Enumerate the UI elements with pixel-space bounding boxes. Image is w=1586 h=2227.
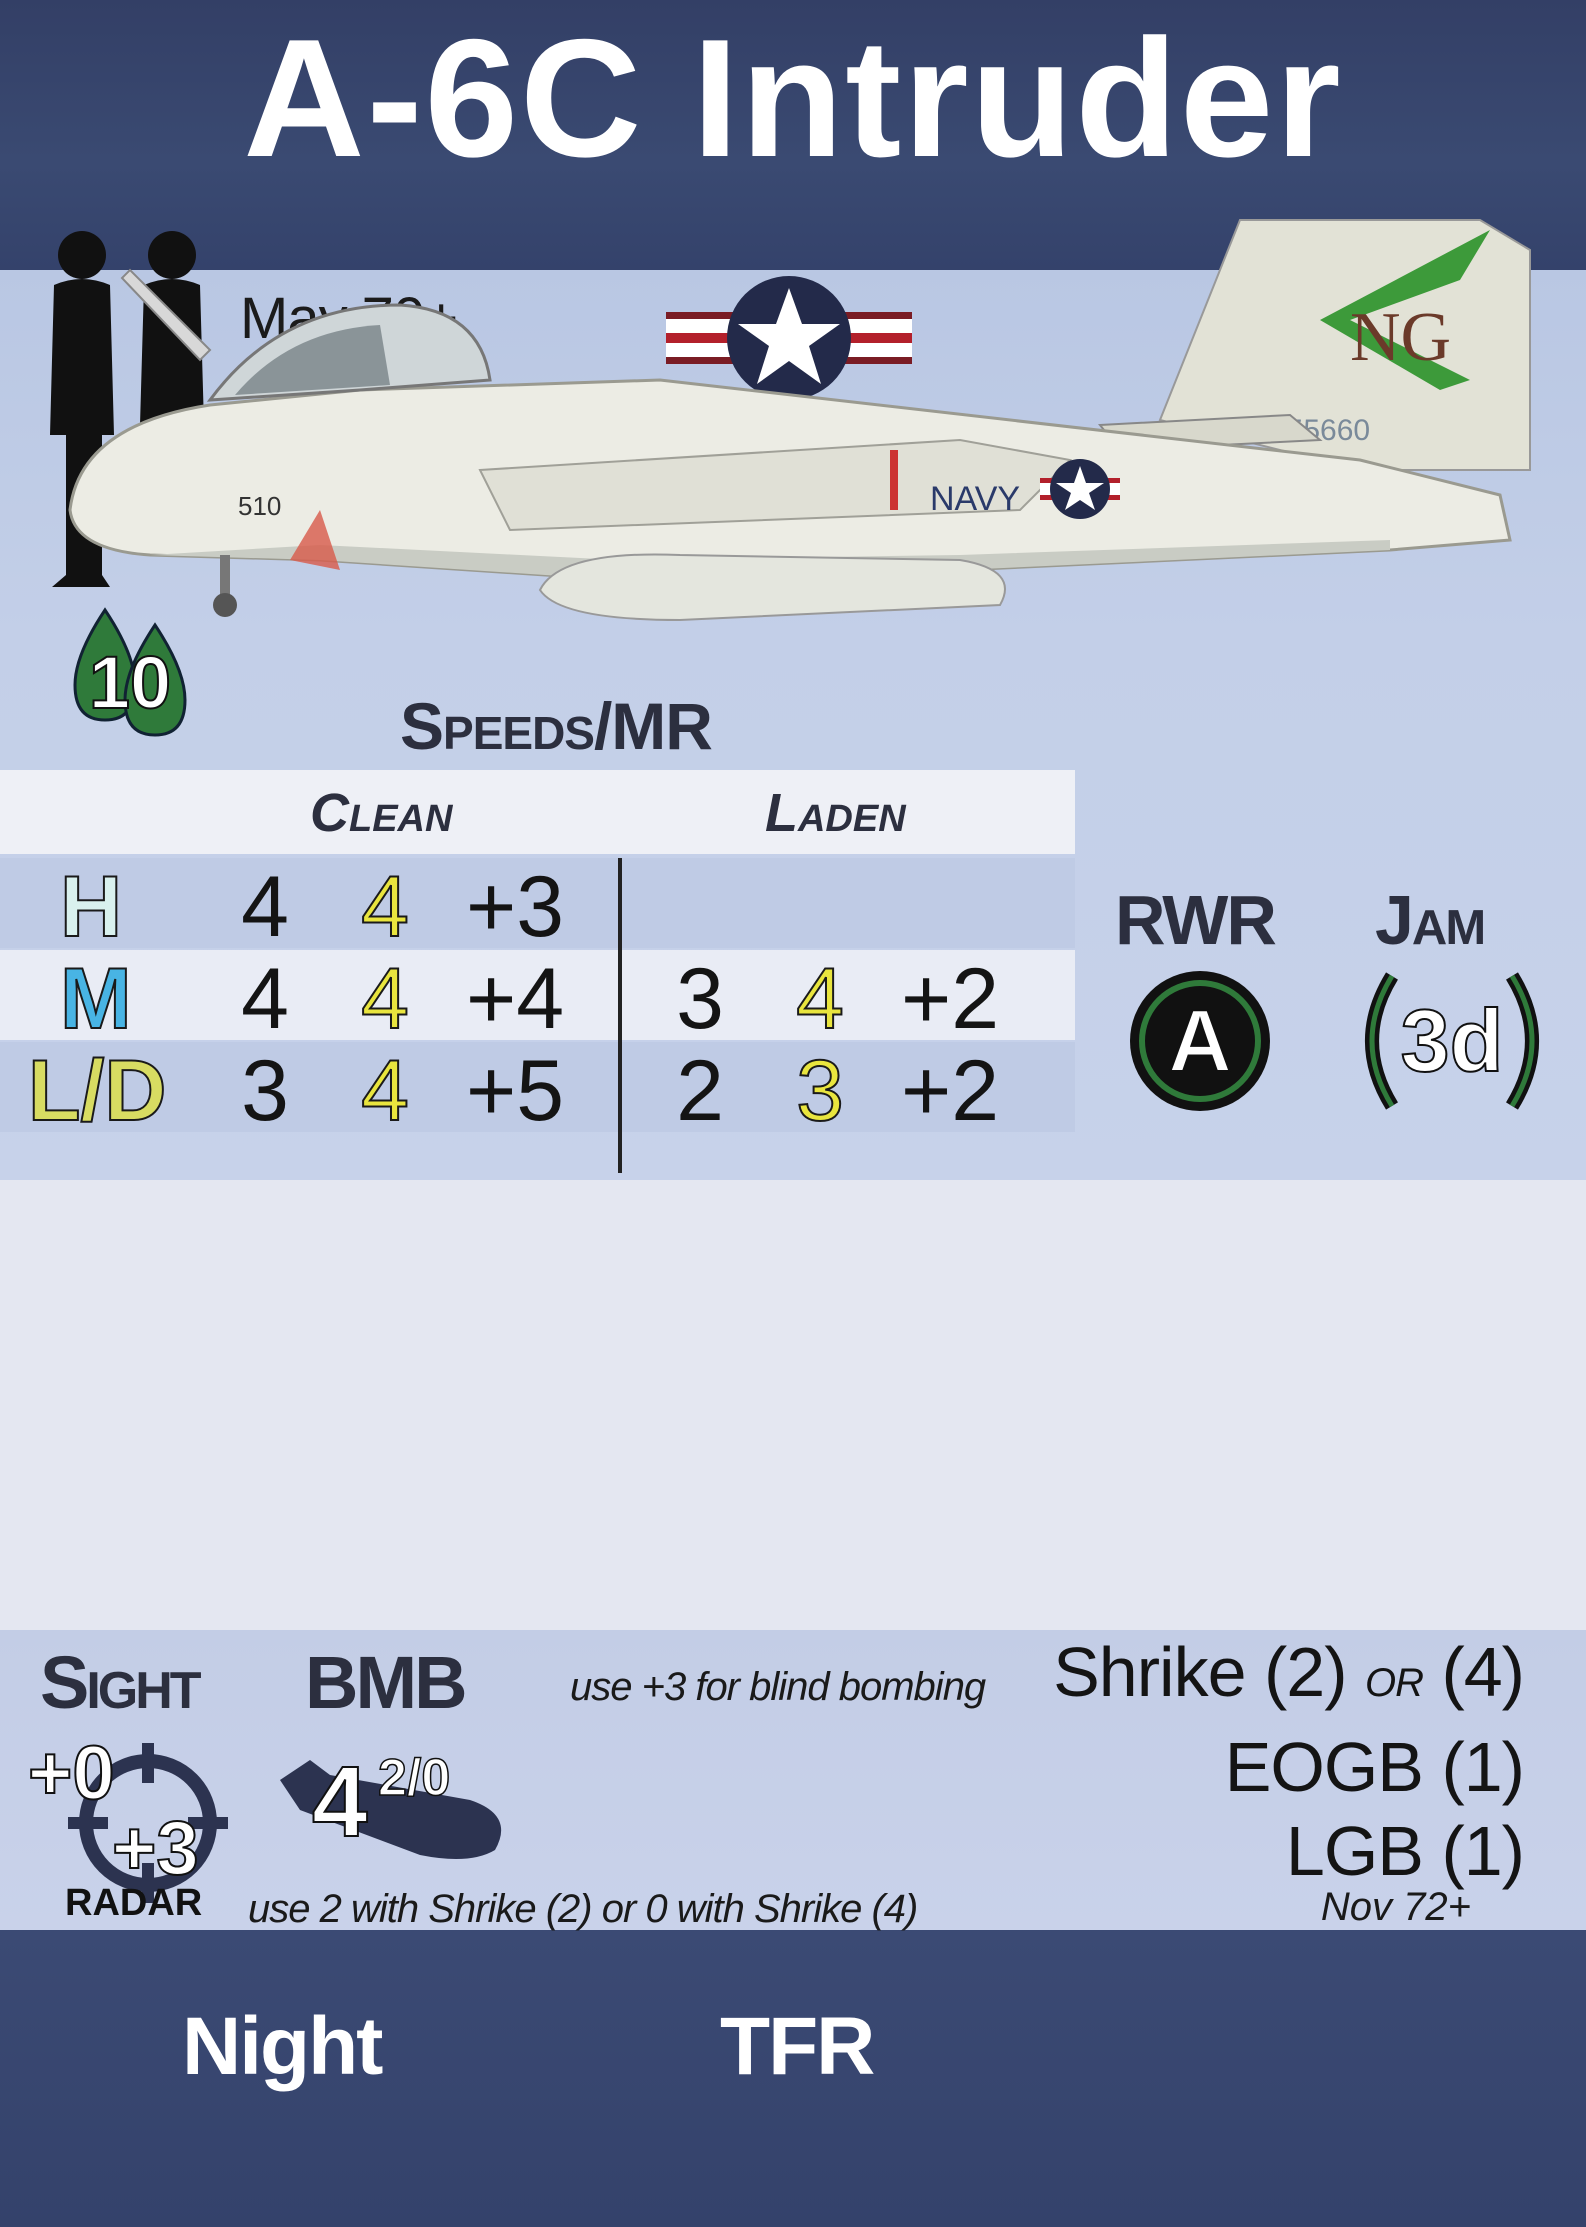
m-clean-mr: +4 (465, 951, 565, 1047)
clean-laden-divider (618, 858, 622, 1173)
m-laden-mr: +2 (900, 951, 1000, 1047)
laden-label: Laden (765, 783, 906, 843)
notes-panel (0, 1180, 1586, 1630)
h-clean-speed: 4 (241, 859, 289, 955)
fuel-value: 10 (88, 640, 172, 725)
sight-value: +0 (27, 1730, 116, 1817)
weapon-lgb: LGB (1) (1285, 1812, 1525, 1890)
aircraft-illustration: NG 155660 NAVY 510 (68, 219, 1531, 622)
tail-code: NG (1350, 299, 1451, 376)
weapon-shrike: Shrike (2) OR (4) (1053, 1633, 1525, 1711)
jam-label: Jam (1375, 881, 1486, 959)
bmb-value: 4 (311, 1745, 369, 1859)
weapons-date: Nov 72+ (1320, 1885, 1471, 1929)
sight-label: Sight (40, 1641, 202, 1724)
m-laden-turn: 4 (795, 950, 845, 1048)
h-clean-turn: 4 (360, 858, 410, 956)
altitude-ld: L/D (27, 1042, 168, 1140)
aircraft-card: A-6C Intruder May 70+ NG 155660 (0, 0, 1586, 2227)
nose-number: 510 (238, 491, 281, 521)
weapons-list: Shrike (2) OR (4) EOGB (1) LGB (1) (1053, 1630, 1525, 1893)
h-clean-mr: +3 (465, 859, 565, 955)
ld-laden-mr: +2 (900, 1043, 1000, 1139)
rwr-value: A (1167, 990, 1233, 1091)
m-clean-turn: 4 (360, 950, 410, 1048)
bmb-superscript: 2/0 (377, 1748, 451, 1808)
speeds-title: Speeds/MR (400, 689, 713, 763)
rwr-label: RWR (1115, 881, 1277, 959)
clean-label: Clean (310, 783, 453, 843)
ld-laden-turn: 3 (795, 1042, 845, 1140)
jam-value: 3d (1400, 990, 1505, 1091)
sight-radar-value: +3 (111, 1805, 200, 1892)
m-clean-speed: 4 (241, 951, 289, 1047)
shrike-note: use 2 with Shrike (2) or 0 with Shrike (… (248, 1887, 918, 1931)
altitude-h: H (59, 858, 123, 956)
card-title: A-6C Intruder (243, 4, 1343, 192)
blind-bombing-note: use +3 for blind bombing (570, 1665, 986, 1709)
ld-laden-speed: 2 (676, 1043, 724, 1139)
radar-label: RADAR (65, 1882, 203, 1924)
fuselage-navy: NAVY (930, 480, 1020, 518)
trait-tfr: TFR (720, 2001, 875, 2092)
condition-header (0, 770, 1075, 854)
ld-clean-turn: 4 (360, 1042, 410, 1140)
bmb-label: BMB (305, 1641, 468, 1724)
ld-clean-speed: 3 (241, 1043, 289, 1139)
trait-night: Night (182, 2001, 383, 2092)
m-laden-speed: 3 (676, 951, 724, 1047)
ld-clean-mr: +5 (465, 1043, 565, 1139)
altitude-m: M (59, 950, 133, 1048)
weapon-eogb: EOGB (1) (1224, 1728, 1525, 1806)
